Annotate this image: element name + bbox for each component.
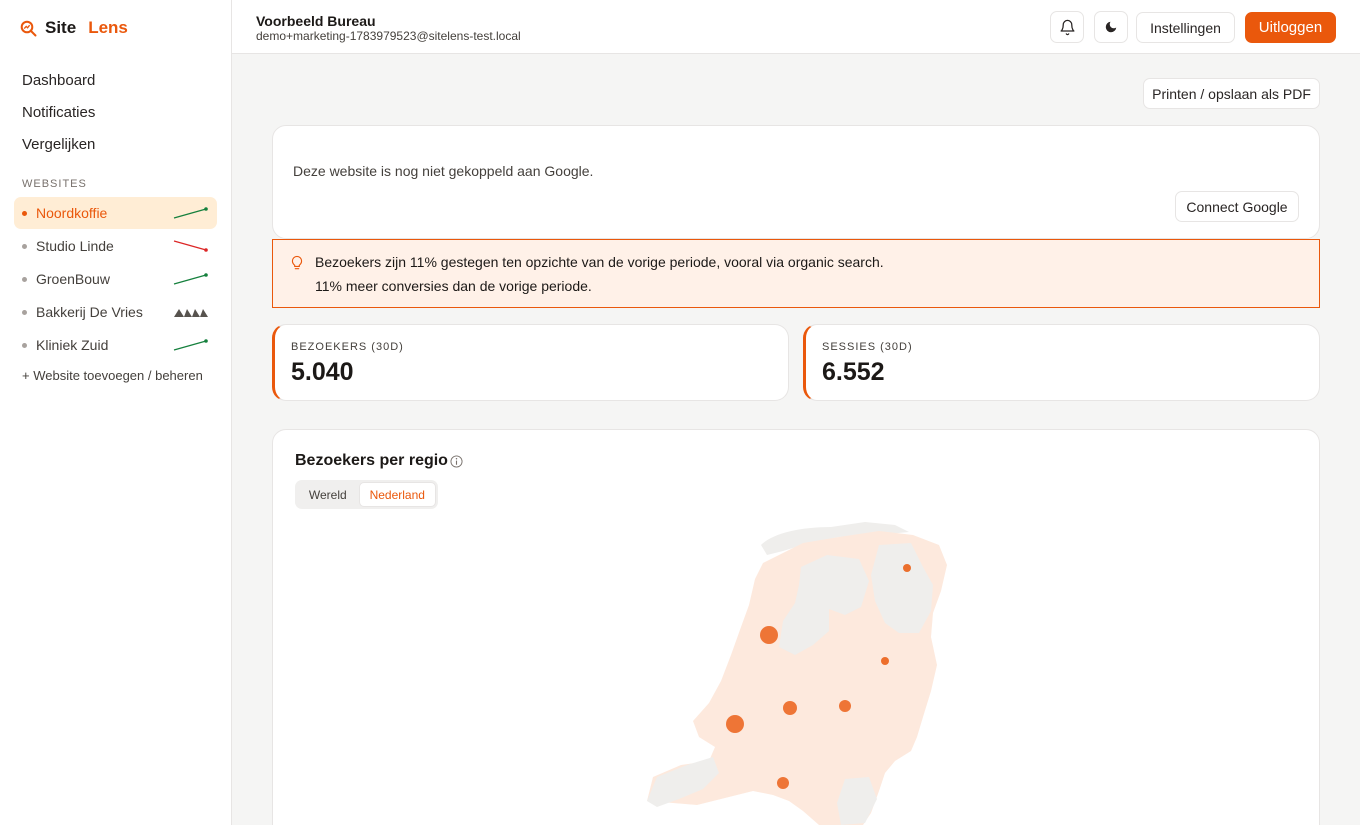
netherlands-map [647, 522, 947, 825]
site-name: Noordkoffie [36, 205, 108, 221]
trend-sparkline [173, 207, 208, 219]
region-marker-utrecht [783, 701, 797, 715]
region-marker-noord-holland [760, 626, 778, 644]
site-item[interactable]: GroenBouw [14, 263, 217, 295]
site-dot [22, 276, 27, 282]
notifications-button[interactable] [1050, 11, 1084, 43]
stat-label: SESSIES (30D) [822, 341, 913, 353]
theme-toggle-button[interactable] [1094, 11, 1128, 43]
region-marker-overijssel [881, 657, 889, 665]
sidebar: Site Lens Dashboard Notificaties Vergelij… [0, 0, 232, 825]
site-name: Studio Linde [36, 238, 114, 254]
region-marker-gelderland [839, 700, 851, 712]
site-dot [22, 243, 27, 249]
nav-item-vergelijken[interactable]: Vergelijken [14, 128, 217, 160]
region-marker-noord-brabant [777, 777, 789, 789]
insight-line: Bezoekers zijn 11% gestegen ten opzichte… [315, 254, 884, 270]
websites-heading: WEBSITES [22, 178, 87, 190]
account-email: demo+marketing-1783979523@sitelens-test.… [256, 29, 521, 43]
map-title-text: Bezoekers per regio [295, 452, 448, 469]
logout-button[interactable]: Uitloggen [1245, 12, 1336, 43]
google-status-text: Deze website is nog niet gekoppeld aan G… [293, 163, 594, 179]
insight-line: 11% meer conversies dan de vorige period… [315, 278, 592, 294]
stat-value: 6.552 [822, 358, 885, 386]
site-dot [22, 210, 27, 216]
trend-sparkline [173, 339, 208, 351]
trend-sparkline [174, 309, 208, 317]
site-dot [22, 342, 27, 348]
search-chart-icon [20, 20, 37, 36]
trend-sparkline [173, 273, 208, 285]
bell-icon [1059, 19, 1075, 35]
stat-card-visitors: BEZOEKERS (30D) 5.040 [272, 324, 789, 401]
stat-label: BEZOEKERS (30D) [291, 341, 404, 353]
stat-value: 5.040 [291, 358, 354, 386]
site-name: Bakkerij De Vries [36, 304, 143, 320]
site-dot [22, 309, 27, 315]
connect-google-button[interactable]: Connect Google [1175, 191, 1299, 222]
nav-item-notificaties[interactable]: Notificaties [14, 96, 217, 128]
brand-site: Site [45, 18, 77, 37]
insights-banner: Bezoekers zijn 11% gestegen ten opzichte… [272, 239, 1320, 308]
nav-item-dashboard[interactable]: Dashboard [14, 64, 217, 96]
google-connect-card: Deze website is nog niet gekoppeld aan G… [272, 125, 1320, 239]
add-website-link[interactable]: + Website toevoegen / beheren [22, 368, 203, 383]
site-name: GroenBouw [36, 271, 110, 287]
region-map-card: Bezoekers per regio Wereld Nederland [272, 429, 1320, 825]
site-item[interactable]: Bakkerij De Vries [14, 296, 217, 328]
organisation-name: Voorbeeld Bureau [256, 13, 376, 29]
tab-wereld[interactable]: Wereld [297, 482, 359, 507]
map-scope-toggle: Wereld Nederland [295, 480, 438, 509]
region-marker-zuid-holland [726, 715, 744, 733]
website-list: Noordkoffie Studio Linde GroenBouw Bakke… [14, 197, 217, 362]
moon-icon [1105, 21, 1117, 33]
site-item[interactable]: Studio Linde [14, 230, 217, 262]
top-bar: Voorbeeld Bureau demo+marketing-17839795… [232, 0, 1360, 54]
site-item[interactable]: Kliniek Zuid [14, 329, 217, 361]
site-name: Kliniek Zuid [36, 337, 109, 353]
stat-card-sessions: SESSIES (30D) 6.552 [803, 324, 1320, 401]
print-pdf-button[interactable]: Printen / opslaan als PDF [1143, 78, 1320, 109]
logo[interactable]: Site Lens [20, 18, 128, 38]
trend-sparkline [173, 240, 208, 252]
tab-nederland[interactable]: Nederland [358, 482, 436, 507]
lightbulb-icon [291, 255, 303, 270]
info-icon[interactable] [450, 454, 463, 468]
settings-button[interactable]: Instellingen [1136, 12, 1235, 43]
region-marker-groningen [903, 564, 911, 572]
site-item[interactable]: Noordkoffie [14, 197, 217, 229]
map-title: Bezoekers per regio [295, 452, 463, 470]
brand-lens: Lens [88, 18, 128, 37]
main-nav: Dashboard Notificaties Vergelijken [14, 64, 217, 160]
